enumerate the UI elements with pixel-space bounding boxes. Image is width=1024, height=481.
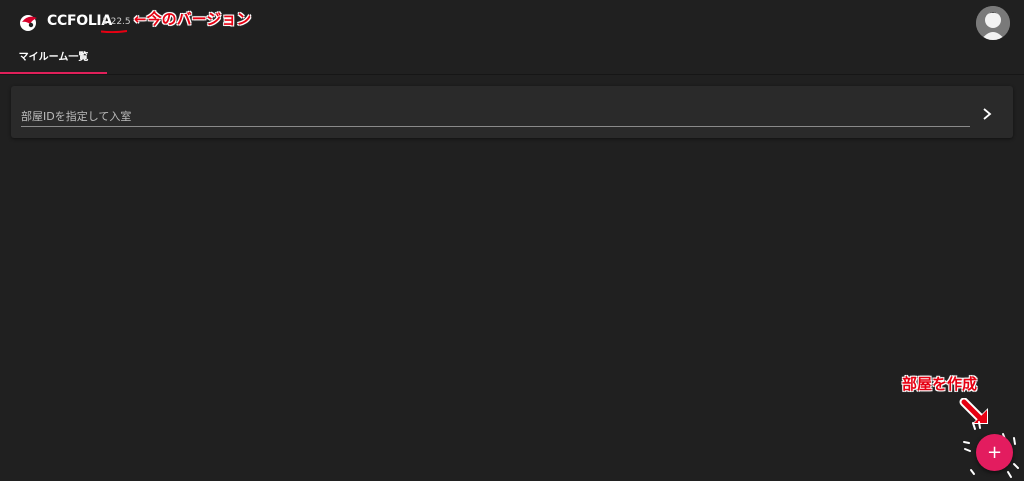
user-avatar[interactable] — [976, 6, 1010, 40]
tab-label: マイルーム一覧 — [18, 52, 89, 63]
avatar-image-icon — [976, 6, 1010, 40]
chevron-right-icon — [983, 108, 992, 120]
tab-my-rooms[interactable]: マイルーム一覧 — [0, 48, 107, 74]
create-room-fab[interactable]: + — [976, 434, 1013, 471]
plus-icon: + — [986, 442, 1003, 463]
annotation-underline — [101, 30, 127, 33]
version-label: 1.22.5 — [102, 17, 131, 27]
tab-bar: マイルーム一覧 — [0, 48, 1024, 75]
active-tab-indicator — [0, 72, 107, 74]
app-bar: CCFOLIA 1.22.5 ←今のバージョン — [0, 0, 1024, 48]
ccfolia-logo-icon[interactable] — [18, 12, 40, 32]
enter-room-button[interactable] — [975, 102, 999, 126]
room-id-input[interactable] — [21, 106, 970, 127]
version-annotation: ←今のバージョン — [134, 10, 252, 28]
room-id-card — [11, 86, 1013, 138]
create-room-annotation: 部屋を作成 — [902, 375, 978, 393]
